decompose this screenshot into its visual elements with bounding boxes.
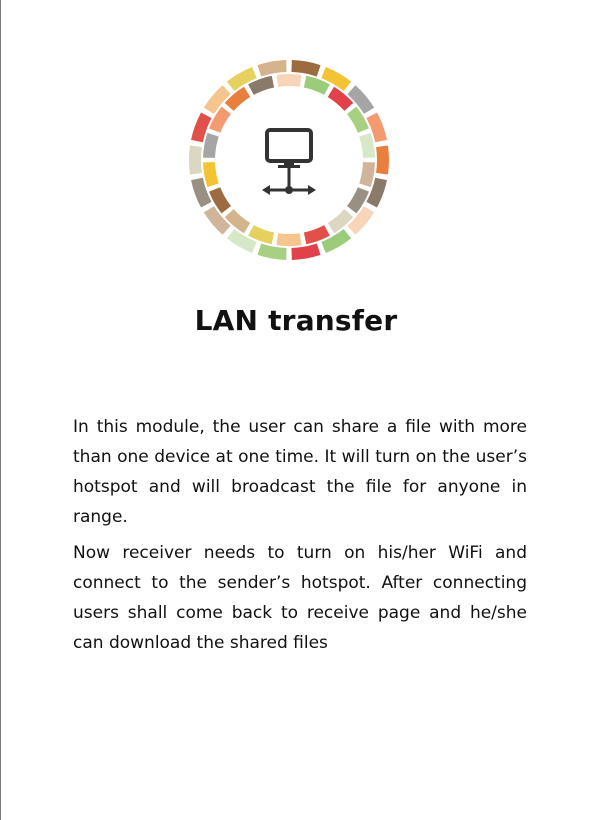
monitor-stand <box>278 165 300 168</box>
arrow-right-icon <box>308 185 316 195</box>
ring-segment <box>291 60 321 77</box>
monitor-screen <box>265 128 313 163</box>
ring-segment <box>257 60 287 77</box>
ring-segment <box>376 145 389 175</box>
description-paragraph-1: In this module, the user can share a fil… <box>73 417 527 527</box>
ring-segment <box>359 132 375 158</box>
ring-segment <box>203 132 219 158</box>
ring-segment <box>291 243 321 260</box>
ring-segment <box>257 243 287 260</box>
ring-segment <box>276 74 302 87</box>
ring-segment <box>189 145 202 175</box>
network-node <box>285 186 293 194</box>
ring-segment <box>347 85 375 114</box>
ring-segment <box>327 209 354 234</box>
lan-logo <box>176 50 402 266</box>
lan-network-monitor-icon <box>262 128 316 195</box>
ring-segment <box>203 206 231 235</box>
ring-segment <box>224 209 251 234</box>
page-title: LAN transfer <box>194 304 398 337</box>
ring-segment <box>359 162 375 188</box>
ring-segment <box>347 206 375 235</box>
ring-segment <box>203 85 231 114</box>
arrow-left-icon <box>262 185 270 195</box>
description-body: In this module, the user can share a fil… <box>73 412 527 664</box>
ring-segment <box>276 233 302 246</box>
document-page: LAN transfer In this module, the user ca… <box>0 0 590 820</box>
ring-segment <box>224 86 251 111</box>
description-paragraph-2: Now receiver needs to turn on his/her Wi… <box>73 543 527 653</box>
ring-segment <box>327 86 354 111</box>
ring-segment <box>203 162 219 188</box>
lan-logo-graphic <box>189 60 389 260</box>
